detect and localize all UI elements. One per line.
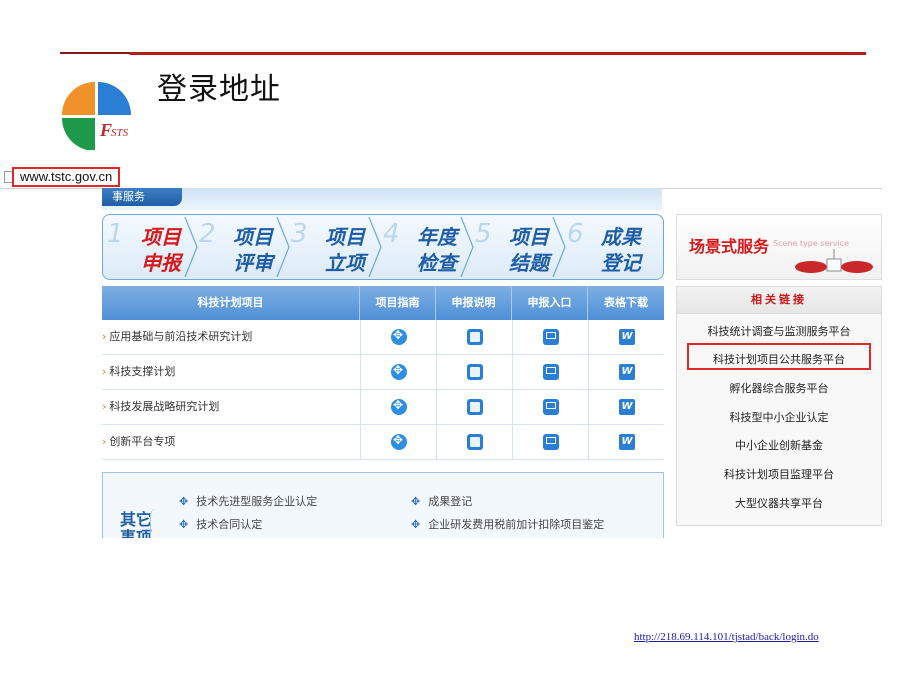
url-highlight[interactable]: www.tstc.gov.cn — [12, 167, 120, 187]
entry-cell[interactable] — [512, 390, 588, 424]
col-header-project: 科技计划项目 — [102, 286, 360, 320]
related-link[interactable]: 孵化器综合服务平台 — [677, 380, 881, 396]
entry-icon[interactable] — [543, 399, 559, 415]
table-row: ›创新平台专项 W — [102, 425, 664, 460]
document-icon[interactable] — [467, 434, 483, 450]
guide-icon[interactable] — [391, 398, 407, 415]
download-cell[interactable]: W — [588, 390, 664, 424]
entry-cell[interactable] — [512, 355, 588, 389]
guide-icon[interactable] — [391, 433, 407, 450]
row-label[interactable]: › 科技发展战略研究计划 — [102, 390, 219, 424]
document-icon[interactable] — [467, 329, 483, 345]
related-link[interactable]: 中小企业创新基金 — [677, 437, 881, 453]
browser-address-bar[interactable]: www.tstc.gov.cn — [0, 166, 882, 189]
related-link[interactable]: 大型仪器共享平台 — [677, 495, 881, 511]
related-link[interactable]: 科技统计调查与监测服务平台 — [677, 323, 881, 339]
guide-cell[interactable] — [360, 355, 436, 389]
guide-icon[interactable] — [391, 363, 407, 380]
col-header-entry: 申报入口 — [512, 286, 588, 320]
step-chevrons — [184, 216, 566, 278]
instructions-cell[interactable] — [436, 355, 512, 389]
scene-service-banner[interactable]: 场景式服务 Scene type service — [676, 214, 882, 280]
row-label[interactable]: › 应用基础与前沿技术研究计划 — [102, 320, 252, 354]
download-cell[interactable]: W — [588, 355, 664, 389]
other-item[interactable]: ✥ 企业研发费用税前加计扣除项目鉴定 — [411, 516, 604, 532]
entry-cell[interactable] — [512, 425, 588, 459]
document-icon[interactable] — [467, 364, 483, 380]
related-links-heading: 相关链接 — [677, 287, 881, 314]
row-label[interactable]: › 科技支撑计划 — [102, 355, 175, 389]
link-highlight — [687, 343, 871, 370]
download-cell[interactable]: W — [588, 425, 664, 459]
table-row: ›应用基础与前沿技术研究计划 W — [102, 320, 664, 355]
table-row: ›科技支撑计划 W — [102, 355, 664, 390]
table-row: ›科技发展战略研究计划 W — [102, 390, 664, 425]
col-header-download: 表格下载 — [588, 286, 664, 320]
instructions-cell[interactable] — [436, 425, 512, 459]
fsts-logo: F STS — [62, 82, 131, 150]
guide-cell[interactable] — [360, 425, 436, 459]
website-screenshot: www.tstc.gov.cn 事服务 1 项目 申报 2 项目 评审 3 项目… — [0, 166, 882, 538]
word-icon[interactable]: W — [619, 434, 635, 450]
related-links-panel: 相关链接 科技统计调查与监测服务平台 科技计划项目公共服务平台 孵化器综合服务平… — [676, 286, 882, 526]
instructions-cell[interactable] — [436, 390, 512, 424]
guide-icon[interactable] — [391, 328, 407, 345]
slide-title: 登录地址 — [157, 72, 281, 107]
service-tab-label: 事服务 — [112, 190, 145, 203]
scene-service-title: 场景式服务 — [689, 237, 770, 256]
service-tab[interactable]: 事服务 — [102, 188, 182, 206]
word-icon[interactable]: W — [619, 329, 635, 345]
col-header-guide: 项目指南 — [360, 286, 436, 320]
svg-text:STS: STS — [111, 127, 129, 139]
col-header-instructions: 申报说明 — [436, 286, 512, 320]
other-item[interactable]: ✥ 技术合同认定 — [179, 516, 262, 532]
entry-icon[interactable] — [543, 434, 559, 450]
word-icon[interactable]: W — [619, 399, 635, 415]
other-item[interactable]: ✥ 成果登记 — [411, 493, 472, 509]
related-link[interactable]: 科技型中小企业认定 — [677, 409, 881, 425]
sofa-illustration-icon — [795, 249, 873, 273]
instructions-cell[interactable] — [436, 320, 512, 354]
word-icon[interactable]: W — [619, 364, 635, 380]
related-link[interactable]: 科技计划项目监理平台 — [677, 466, 881, 482]
entry-icon[interactable] — [543, 364, 559, 380]
other-items-box: 其它事项 ✥ 技术先进型服务企业认定 ✥ 技术合同认定 ✥ 成果登记 ✥ 企业研发费用税… — [102, 472, 664, 538]
entry-cell[interactable] — [512, 320, 588, 354]
other-item[interactable]: ✥ 技术先进型服务企业认定 — [179, 493, 317, 509]
service-strip — [102, 188, 662, 210]
guide-cell[interactable] — [360, 390, 436, 424]
header-rule-accent — [130, 52, 866, 55]
guide-cell[interactable] — [360, 320, 436, 354]
download-cell[interactable]: W — [588, 320, 664, 354]
document-icon[interactable] — [467, 399, 483, 415]
login-url-link[interactable]: http://218.69.114.101/tjstad/back/login.… — [634, 631, 819, 643]
brace — [150, 509, 159, 538]
process-steps: 1 项目 申报 2 项目 评审 3 项目 立项 4 年度 检查 5 项目 结题 … — [102, 214, 664, 280]
row-label[interactable]: › 创新平台专项 — [102, 425, 175, 459]
entry-icon[interactable] — [543, 329, 559, 345]
